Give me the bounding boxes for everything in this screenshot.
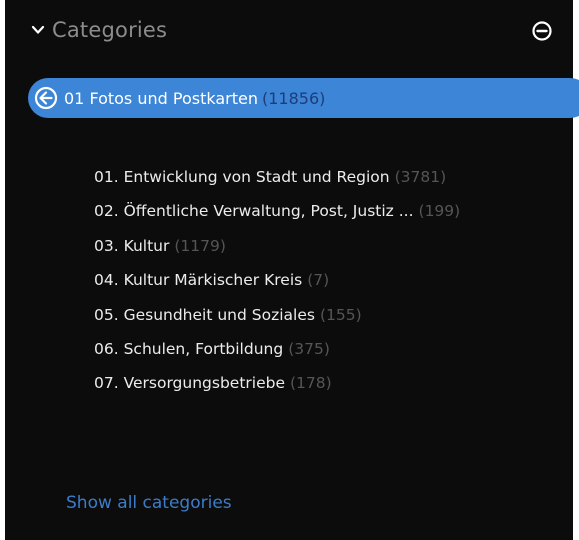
back-arrow-icon[interactable] (34, 85, 60, 111)
category-label: 06. Schulen, Fortbildung (94, 339, 284, 358)
categories-title: Categories (52, 18, 168, 42)
chevron-down-icon[interactable] (30, 21, 48, 39)
list-item[interactable]: 07. Versorgungsbetriebe (178) (94, 366, 460, 400)
subcategory-list: 01. Entwicklung von Stadt und Region (37… (94, 160, 460, 401)
list-item[interactable]: 01. Entwicklung von Stadt und Region (37… (94, 160, 460, 194)
list-item[interactable]: 03. Kultur (1179) (94, 229, 460, 263)
selected-category[interactable]: 01 Fotos und Postkarten (11856) (28, 78, 579, 118)
category-label: 01. Entwicklung von Stadt und Region (94, 168, 390, 186)
screen: Categories 01 Fotos und Postkarten (1185… (0, 0, 579, 540)
category-count: (1179) (174, 236, 226, 255)
category-label: 05. Gesundheit und Soziales (94, 305, 315, 324)
category-label: 07. Versorgungsbetriebe (94, 374, 285, 393)
category-count: (178) (290, 374, 332, 393)
category-count: (375) (288, 339, 330, 358)
category-count: (155) (319, 305, 362, 324)
collapse-minus-icon[interactable] (531, 20, 553, 42)
list-item[interactable]: 02. Öffentliche Verwaltung, Post, Justiz… (94, 194, 460, 228)
list-item[interactable]: 04. Kultur Märkischer Kreis (7) (94, 263, 460, 297)
category-count: (7) (307, 271, 330, 290)
selected-category-count: (11856) (261, 88, 326, 108)
list-item[interactable]: 06. Schulen, Fortbildung (375) (94, 332, 460, 366)
selected-category-label: 01 Fotos und Postkarten (64, 88, 258, 108)
category-label: 02. Öffentliche Verwaltung, Post, Justiz… (94, 202, 414, 221)
show-all-categories-link[interactable]: Show all categories (66, 493, 232, 513)
category-label: 04. Kultur Märkischer Kreis (94, 271, 303, 290)
category-label: 03. Kultur (94, 236, 170, 255)
categories-header[interactable]: Categories (30, 14, 553, 46)
list-item[interactable]: 05. Gesundheit und Soziales (155) (94, 298, 460, 332)
categories-panel: Categories 01 Fotos und Postkarten (1185… (5, 0, 579, 540)
category-count: (199) (418, 202, 461, 221)
category-count: (3781) (394, 168, 447, 186)
